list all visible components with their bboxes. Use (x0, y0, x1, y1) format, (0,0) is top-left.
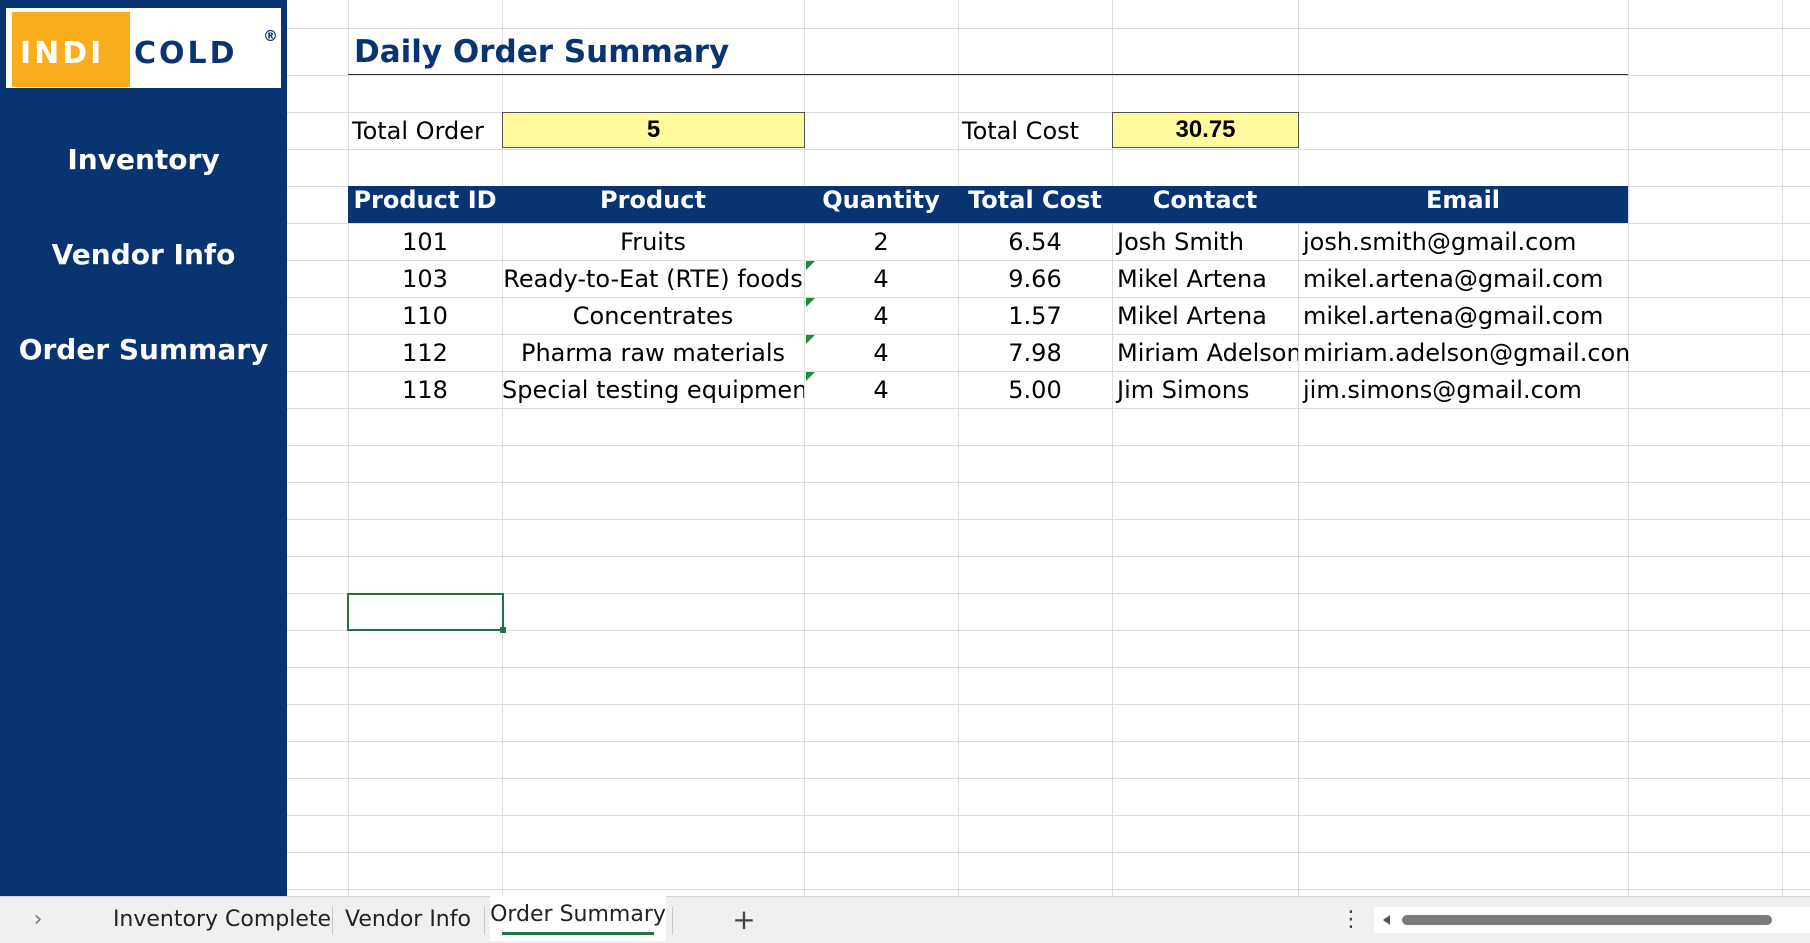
header-product[interactable]: Product (502, 186, 804, 223)
cell-quantity[interactable]: 2 (804, 224, 958, 261)
spreadsheet-grid[interactable]: INDI COLD ® Inventory Vendor Info Order … (0, 0, 1810, 896)
grid-line (286, 667, 1810, 668)
header-email[interactable]: Email (1298, 186, 1628, 223)
logo-text-indi: INDI (20, 36, 105, 71)
tab-separator (672, 907, 673, 935)
cell-total-cost[interactable]: 5.00 (958, 372, 1112, 409)
tab-order-summary[interactable]: Order Summary (490, 895, 666, 941)
nav-link-order-summary[interactable]: Order Summary (0, 333, 287, 366)
horizontal-scrollbar[interactable] (1374, 907, 1810, 933)
grid-line (286, 556, 1810, 557)
cell-product[interactable]: Ready-to-Eat (RTE) foods (502, 261, 804, 298)
page-title: Daily Order Summary (354, 34, 730, 70)
cell-quantity[interactable]: 4 (804, 261, 958, 298)
sidebar: INDI COLD ® Inventory Vendor Info Order … (0, 0, 287, 896)
total-cost-label: Total Cost (962, 117, 1080, 145)
grid-line (286, 889, 1810, 890)
header-quantity[interactable]: Quantity (804, 186, 958, 223)
tab-separator (484, 907, 485, 935)
nav-link-inventory[interactable]: Inventory (0, 143, 287, 176)
grid-line (286, 852, 1810, 853)
nav-link-vendor-info[interactable]: Vendor Info (0, 238, 287, 271)
header-total-cost[interactable]: Total Cost (958, 186, 1112, 223)
tab-vendor-info[interactable]: Vendor Info (342, 897, 474, 943)
header-product-id[interactable]: Product ID (348, 186, 502, 223)
selected-cell[interactable] (347, 593, 504, 631)
total-order-label: Total Order (352, 117, 484, 145)
cell-product-id[interactable]: 118 (348, 372, 502, 409)
sheet-tab-bar: › Inventory Complete Vendor Info Order S… (0, 895, 1810, 943)
fill-handle[interactable] (500, 627, 506, 633)
grid-line (348, 0, 349, 896)
cell-product[interactable]: Pharma raw materials (502, 335, 804, 372)
error-indicator-icon[interactable] (806, 335, 815, 344)
grid-line (286, 741, 1810, 742)
cell-contact[interactable]: Jim Simons (1112, 372, 1298, 409)
registered-mark: ® (263, 27, 278, 45)
cell-total-cost[interactable]: 6.54 (958, 224, 1112, 261)
header-contact[interactable]: Contact (1112, 186, 1298, 223)
error-indicator-icon[interactable] (806, 372, 815, 381)
grid-line (286, 704, 1810, 705)
cell-product-id[interactable]: 103 (348, 261, 502, 298)
cell-total-cost[interactable]: 7.98 (958, 335, 1112, 372)
active-tab-underline (502, 932, 654, 935)
grid-line (286, 593, 1810, 594)
title-underline (348, 74, 1628, 75)
cell-contact[interactable]: Miriam Adelson (1112, 335, 1298, 372)
cell-email[interactable]: jim.simons@gmail.com (1298, 372, 1628, 409)
indicold-logo: INDI COLD ® (6, 8, 281, 88)
grid-line (286, 519, 1810, 520)
cell-total-cost[interactable]: 9.66 (958, 261, 1112, 298)
grid-line (1782, 0, 1783, 896)
cell-total-cost[interactable]: 1.57 (958, 298, 1112, 335)
cell-quantity[interactable]: 4 (804, 372, 958, 409)
cell-contact[interactable]: Mikel Artena (1112, 261, 1298, 298)
cell-product[interactable]: Special testing equipment (502, 372, 804, 409)
total-order-value[interactable]: 5 (502, 112, 805, 148)
grid-line (1628, 0, 1629, 896)
grid-line (286, 445, 1810, 446)
cell-product-id[interactable]: 110 (348, 298, 502, 335)
cell-product-id[interactable]: 101 (348, 224, 502, 261)
cell-email[interactable]: josh.smith@gmail.com (1298, 224, 1628, 261)
cell-contact[interactable]: Mikel Artena (1112, 298, 1298, 335)
add-sheet-button[interactable]: + (724, 897, 764, 943)
cell-quantity[interactable]: 4 (804, 335, 958, 372)
total-cost-value[interactable]: 30.75 (1112, 112, 1299, 148)
logo-text-cold: COLD (134, 36, 238, 71)
grid-line (286, 815, 1810, 816)
scroll-tabs-icon[interactable]: › (28, 897, 48, 943)
more-options-icon[interactable]: ⋮ (1340, 897, 1362, 943)
grid-line (286, 28, 1810, 29)
grid-line (286, 149, 1810, 150)
cell-product-id[interactable]: 112 (348, 335, 502, 372)
scrollbar-thumb[interactable] (1402, 915, 1772, 925)
cell-quantity[interactable]: 4 (804, 298, 958, 335)
grid-line (958, 0, 959, 896)
cell-email[interactable]: mikel.artena@gmail.com (1298, 261, 1628, 298)
error-indicator-icon[interactable] (806, 261, 815, 270)
error-indicator-icon[interactable] (806, 298, 815, 307)
cell-contact[interactable]: Josh Smith (1112, 224, 1298, 261)
tab-inventory-complete[interactable]: Inventory Complete (112, 897, 332, 943)
tab-order-summary-label: Order Summary (490, 902, 666, 927)
grid-line (286, 630, 1810, 631)
scroll-left-icon[interactable] (1380, 913, 1394, 927)
tab-separator (332, 907, 333, 935)
table-header: Product ID Product Quantity Total Cost C… (348, 186, 1628, 223)
cell-product[interactable]: Concentrates (502, 298, 804, 335)
cell-product[interactable]: Fruits (502, 224, 804, 261)
grid-line (286, 482, 1810, 483)
grid-line (286, 778, 1810, 779)
grid-line (286, 75, 1810, 76)
cell-email[interactable]: miriam.adelson@gmail.com (1298, 335, 1628, 372)
cell-email[interactable]: mikel.artena@gmail.com (1298, 298, 1628, 335)
